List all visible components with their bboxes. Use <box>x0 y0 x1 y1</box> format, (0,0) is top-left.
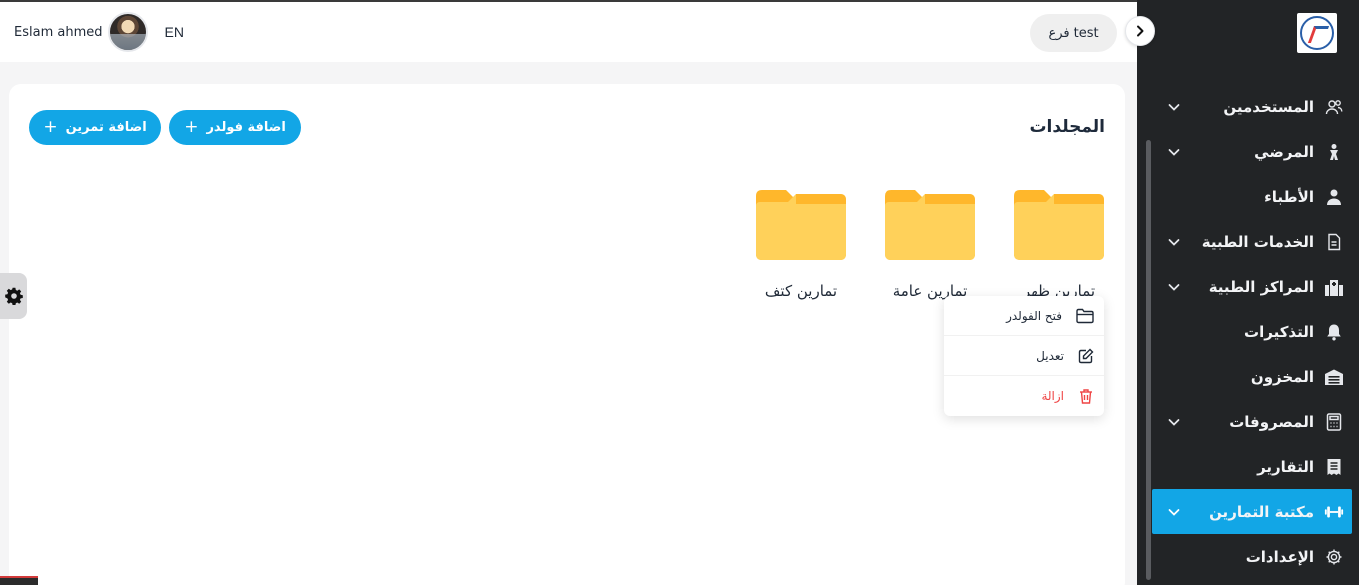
sidebar-item-patients[interactable]: المرضي <box>1152 129 1352 174</box>
add-exercise-button[interactable]: اضافة تمرين + <box>29 110 161 145</box>
sidebar-item-reports[interactable]: التقارير <box>1152 444 1352 489</box>
add-folder-label: اضافة فولدر <box>206 120 286 135</box>
folder-icon <box>885 190 975 260</box>
branch-selector[interactable]: فرع test <box>1030 14 1117 52</box>
chevron-down-icon <box>1168 148 1180 156</box>
chevron-right-icon <box>1137 25 1144 37</box>
sidebar-item-expenses[interactable]: المصروفات <box>1152 399 1352 444</box>
edit-menu-item[interactable]: تعديل <box>944 336 1104 376</box>
sidebar-item-users[interactable]: المستخدمين <box>1152 84 1352 129</box>
chevron-down-icon <box>1168 103 1180 111</box>
sidebar-item-medical-centers[interactable]: المراكز الطبية <box>1152 264 1352 309</box>
sidebar-item-medical-services[interactable]: الخدمات الطبية <box>1152 219 1352 264</box>
hospital-icon <box>1324 277 1344 297</box>
trash-icon <box>1080 389 1092 404</box>
branch-prefix: فرع <box>1048 25 1070 41</box>
report-icon <box>1324 457 1344 477</box>
sidebar-item-label: الإعدادات <box>1245 547 1314 566</box>
plus-icon: + <box>43 117 58 137</box>
chevron-down-icon <box>1168 418 1180 426</box>
open-folder-label: فتح الفولدر <box>1006 308 1062 323</box>
edit-label: تعديل <box>1036 348 1064 363</box>
users-icon <box>1324 97 1344 117</box>
chevron-down-icon <box>1168 238 1180 246</box>
sidebar-item-label: مكتبة التمارين <box>1209 502 1314 521</box>
settings-panel-toggle[interactable] <box>0 273 27 319</box>
app-logo[interactable] <box>1297 13 1337 53</box>
sidebar-item-label: المصروفات <box>1229 412 1314 431</box>
branch-name: test <box>1073 25 1099 41</box>
add-exercise-label: اضافة تمرين <box>65 120 147 135</box>
taskbar-corner <box>0 576 38 585</box>
folder-icon <box>1014 190 1104 260</box>
sidebar-scrollbar[interactable] <box>1146 140 1151 580</box>
logo-mark <box>1300 16 1334 50</box>
doctor-icon <box>1324 187 1344 207</box>
gear-icon <box>4 287 23 305</box>
sidebar-item-label: المستخدمين <box>1223 97 1314 116</box>
folder-context-menu: فتح الفولدر تعديل ازالة <box>944 296 1104 416</box>
warehouse-icon <box>1324 367 1344 387</box>
user-name: Eslam ahmed <box>14 24 103 40</box>
folder-item[interactable]: تمارين كتف <box>755 190 847 300</box>
sidebar-item-reminders[interactable]: التذكيرات <box>1152 309 1352 354</box>
folder-name: تمارين كتف <box>764 282 838 300</box>
chevron-down-icon <box>1168 283 1180 291</box>
sidebar-item-label: الخدمات الطبية <box>1201 232 1314 251</box>
sidebar-item-doctors[interactable]: الأطباء <box>1152 174 1352 219</box>
main-card: المجلدات اضافة فولدر + اضافة تمرين + تما… <box>9 84 1125 585</box>
calculator-icon <box>1324 412 1344 432</box>
sidebar-item-label: التذكيرات <box>1244 322 1314 341</box>
dumbbell-icon <box>1324 502 1344 522</box>
patient-icon <box>1324 142 1344 162</box>
folder-icon <box>756 190 846 260</box>
plus-icon: + <box>184 117 199 137</box>
avatar[interactable] <box>108 12 149 52</box>
folder-item[interactable]: تمارين عامة <box>884 190 976 300</box>
page-title: المجلدات <box>1029 117 1105 137</box>
sidebar-item-exercise-library[interactable]: مكتبة التمارين <box>1152 489 1352 534</box>
open-folder-menu-item[interactable]: فتح الفولدر <box>944 296 1104 336</box>
sidebar-item-label: الأطباء <box>1264 187 1314 206</box>
sidebar-item-inventory[interactable]: المخزون <box>1152 354 1352 399</box>
sidebar-item-label: المخزون <box>1250 367 1314 386</box>
gear-icon <box>1324 547 1344 567</box>
sidebar-nav: المستخدمين المرضي الأطباء الخدمات الطبية… <box>1152 84 1352 579</box>
add-folder-button[interactable]: اضافة فولدر + <box>169 110 301 145</box>
top-header: Eslam ahmed EN فرع test <box>0 0 1137 62</box>
sidebar-item-label: المرضي <box>1254 142 1314 161</box>
delete-label: ازالة <box>1041 389 1064 403</box>
chevron-down-icon <box>1168 508 1180 516</box>
sidebar-item-label: التقارير <box>1257 457 1314 476</box>
folder-item[interactable]: تمارين ظهر <box>1013 190 1105 300</box>
language-switch[interactable]: EN <box>164 24 183 40</box>
sidebar-item-label: المراكز الطبية <box>1208 277 1314 296</box>
edit-icon <box>1078 348 1094 363</box>
sidebar-toggle-button[interactable] <box>1125 16 1155 46</box>
user-menu[interactable]: Eslam ahmed EN <box>14 12 184 52</box>
sidebar-item-settings[interactable]: الإعدادات <box>1152 534 1352 579</box>
folder-open-icon <box>1076 308 1094 323</box>
sidebar: المستخدمين المرضي الأطباء الخدمات الطبية… <box>1137 0 1359 585</box>
bell-icon <box>1324 322 1344 342</box>
delete-menu-item[interactable]: ازالة <box>944 376 1104 416</box>
document-icon <box>1324 232 1344 252</box>
